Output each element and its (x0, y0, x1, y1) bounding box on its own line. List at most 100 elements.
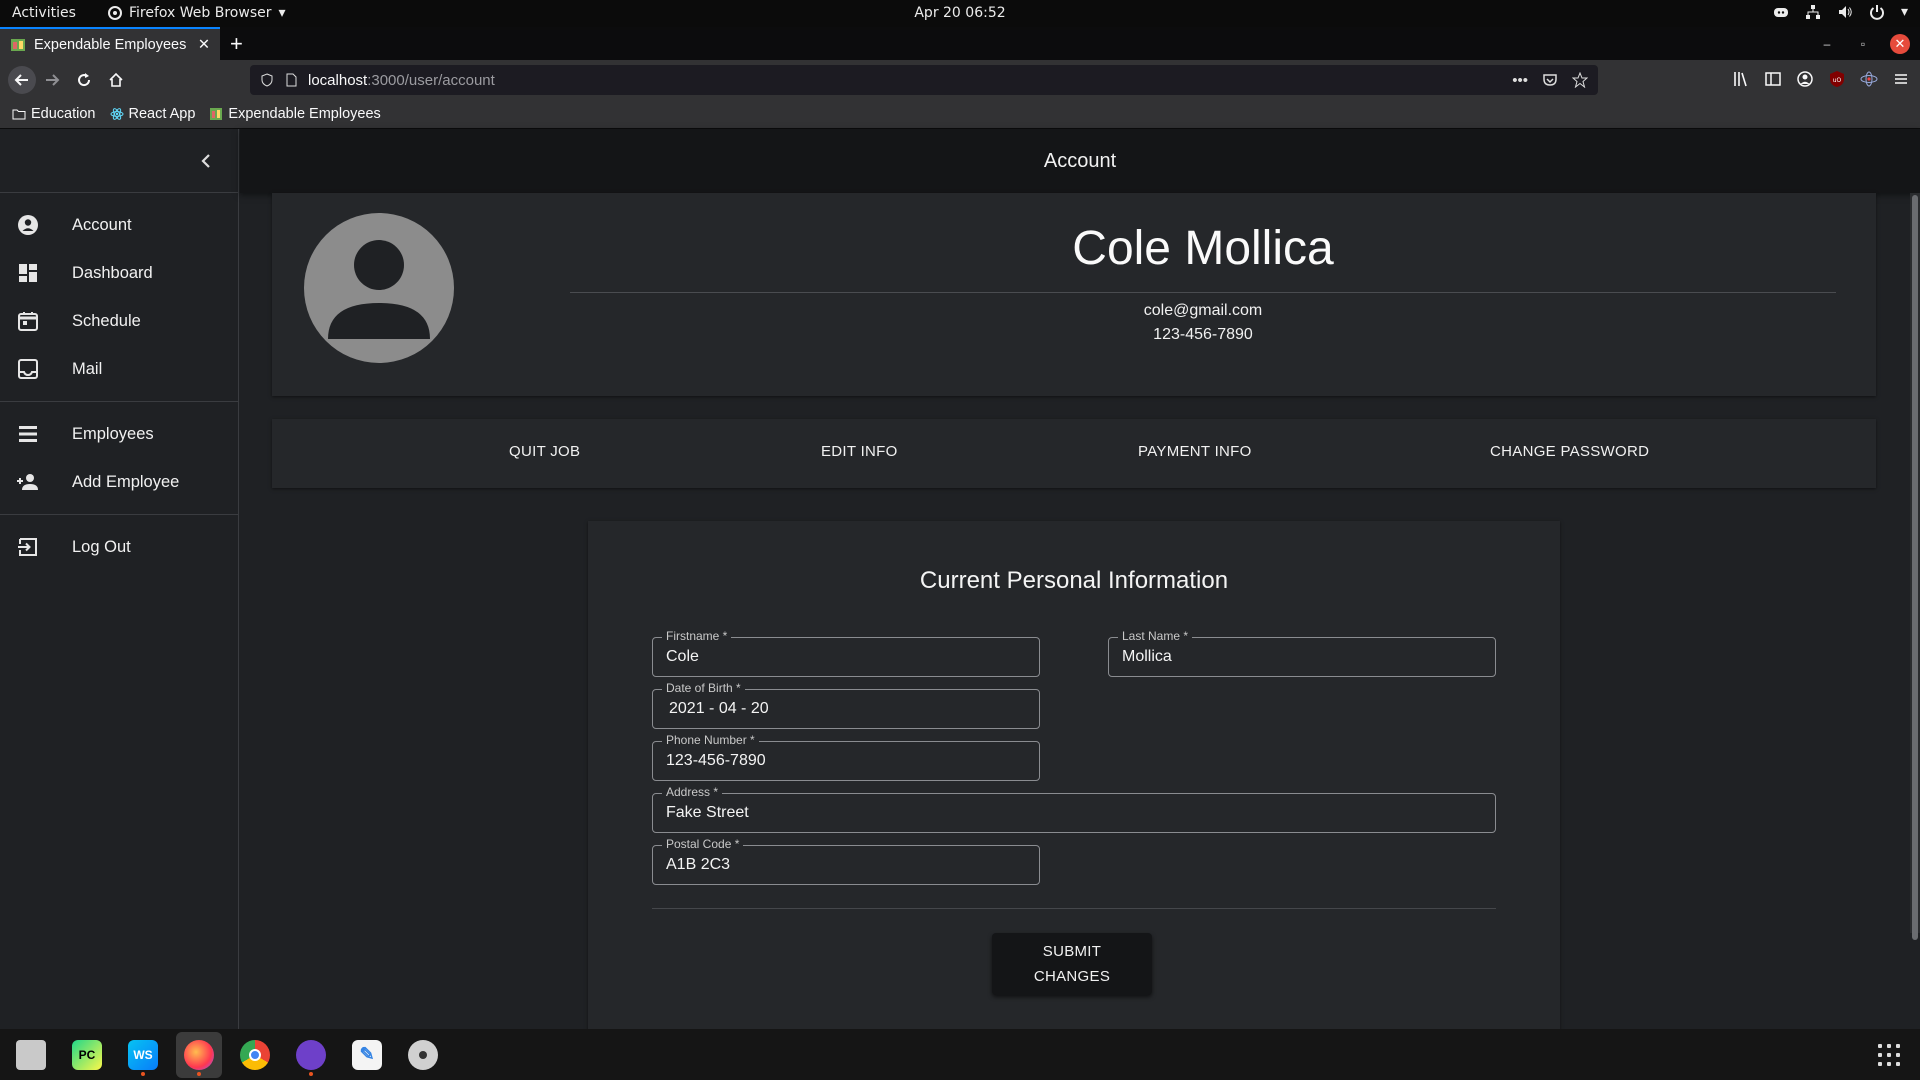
bookmark-star-icon[interactable] (1572, 72, 1588, 88)
bookmark-label: Expendable Employees (228, 106, 381, 122)
dock-disc[interactable] (400, 1032, 446, 1078)
url-actions: ••• (1512, 72, 1588, 89)
discord-icon[interactable] (1773, 4, 1789, 20)
ublock-icon[interactable]: uO (1828, 70, 1846, 88)
home-icon[interactable] (104, 68, 128, 92)
field-label: Phone Number * (662, 733, 759, 747)
app-bar: Account (240, 129, 1920, 193)
browser-tab[interactable]: Expendable Employees ✕ (0, 27, 220, 60)
dock-webstorm[interactable]: WS (120, 1032, 166, 1078)
nav-label: Mail (72, 359, 103, 378)
show-applications-icon[interactable] (1878, 1044, 1900, 1066)
system-menu-caret-icon[interactable]: ▾ (1901, 4, 1908, 20)
running-indicator (197, 1071, 201, 1076)
nav-label: Dashboard (72, 263, 153, 282)
bookmark-education[interactable]: Education (12, 106, 96, 122)
chrome-icon (240, 1039, 270, 1070)
nav-item-account[interactable]: Account (0, 201, 238, 249)
navigation-toolbar: localhost:3000/user/account ••• uO (0, 60, 1920, 100)
logout-icon (18, 538, 37, 556)
chevron-left-icon[interactable] (194, 149, 218, 173)
postal-code-field[interactable]: Postal Code * A1B 2C3 (652, 837, 1040, 885)
forward-icon[interactable] (40, 68, 64, 92)
network-icon[interactable] (1805, 4, 1821, 20)
payment-info-button[interactable]: PAYMENT INFO (1138, 443, 1252, 460)
system-top-bar: Activities Firefox Web Browser ▾ Apr 20 … (0, 0, 1920, 27)
nav-item-employees[interactable]: Employees (0, 410, 238, 458)
reload-icon[interactable] (72, 68, 96, 92)
back-icon[interactable] (8, 66, 36, 94)
nav-label: Log Out (72, 537, 131, 556)
minimize-icon[interactable]: – (1818, 35, 1836, 53)
bookmark-label: Education (31, 106, 96, 122)
lastname-field[interactable]: Last Name * Mollica (1108, 629, 1496, 677)
profile-phone: 123-456-7890 (1153, 326, 1253, 343)
system-tray[interactable]: ▾ (1773, 4, 1908, 20)
nav-item-add-employee[interactable]: Add Employee (0, 458, 238, 506)
dock-files[interactable] (8, 1032, 54, 1078)
close-window-icon[interactable]: ✕ (1890, 34, 1910, 54)
form-divider (652, 908, 1496, 909)
url-host: localhost (308, 71, 368, 89)
scrollbar-thumb[interactable] (1912, 195, 1918, 940)
submit-changes-button[interactable]: SUBMIT CHANGES (992, 933, 1152, 995)
date-of-birth-field[interactable]: Date of Birth * 2021 - 04 - 20 (652, 681, 1040, 729)
account-circle-icon (18, 215, 38, 235)
folder-icon (12, 109, 26, 120)
clock[interactable]: Apr 20 06:52 (0, 5, 1920, 21)
edit-info-button[interactable]: EDIT INFO (821, 443, 898, 460)
nav-label: Add Employee (72, 472, 180, 491)
change-password-button[interactable]: CHANGE PASSWORD (1490, 443, 1649, 460)
dock-pycharm[interactable]: PC (64, 1032, 110, 1078)
dock-chrome[interactable] (232, 1032, 278, 1078)
field-label: Firstname * (662, 629, 732, 643)
firefox-account-icon[interactable] (1796, 70, 1814, 88)
bookmark-expendable-employees[interactable]: Expendable Employees (209, 106, 381, 122)
firstname-field[interactable]: Firstname * Cole (652, 629, 1040, 677)
restore-icon[interactable]: ▫ (1854, 35, 1872, 53)
dock-text-editor[interactable]: ✎ (344, 1032, 390, 1078)
running-indicator (141, 1071, 145, 1076)
person-add-icon (17, 474, 38, 490)
running-indicator (309, 1071, 313, 1076)
react-devtools-icon[interactable] (1860, 70, 1878, 88)
address-field[interactable]: Address * Fake Street (652, 785, 1496, 833)
power-icon[interactable] (1869, 4, 1885, 20)
field-label: Date of Birth * (662, 681, 745, 695)
nav-group-main: Account Dashboard Schedule Mail (0, 193, 238, 402)
profile-card: Cole Mollica cole@gmail.com 123-456-7890 (272, 193, 1876, 396)
nav-item-schedule[interactable]: Schedule (0, 297, 238, 345)
files-icon (16, 1039, 46, 1070)
dock-github-desktop[interactable] (288, 1032, 334, 1078)
menu-icon[interactable] (1892, 70, 1910, 88)
url-bar[interactable]: localhost:3000/user/account ••• (250, 65, 1598, 95)
disc-icon (408, 1039, 438, 1070)
profile-name: Cole Mollica (1072, 222, 1334, 275)
tab-strip: Expendable Employees ✕ + – ▫ ✕ (0, 27, 1920, 60)
profile-divider (570, 292, 1836, 293)
nav-item-log-out[interactable]: Log Out (0, 523, 238, 571)
dashboard-icon (19, 264, 37, 282)
phone-number-field[interactable]: Phone Number * 123-456-7890 (652, 733, 1040, 781)
bookmarks-toolbar: Education React App Expendable Employees (0, 100, 1920, 129)
sidebar-icon[interactable] (1764, 70, 1782, 88)
page-icon[interactable] (284, 73, 298, 87)
page-scrollbar[interactable] (1910, 193, 1920, 940)
pycharm-icon: PC (72, 1039, 102, 1070)
new-tab-icon[interactable]: + (230, 31, 243, 57)
nav-drawer: Account Dashboard Schedule Mail Employee… (0, 129, 239, 1029)
github-icon (296, 1039, 326, 1070)
volume-icon[interactable] (1837, 4, 1853, 20)
nav-item-dashboard[interactable]: Dashboard (0, 249, 238, 297)
nav-item-mail[interactable]: Mail (0, 345, 238, 393)
page-actions-icon[interactable]: ••• (1512, 72, 1528, 89)
pocket-icon[interactable] (1542, 72, 1558, 88)
library-icon[interactable] (1732, 70, 1750, 88)
calendar-icon (18, 312, 38, 331)
close-tab-icon[interactable]: ✕ (198, 37, 210, 53)
bookmark-react-app[interactable]: React App (110, 106, 195, 122)
url-path: :3000/user/account (367, 71, 495, 89)
dock-firefox[interactable] (176, 1031, 222, 1078)
shield-icon[interactable] (260, 73, 274, 87)
quit-job-button[interactable]: QUIT JOB (509, 443, 580, 460)
